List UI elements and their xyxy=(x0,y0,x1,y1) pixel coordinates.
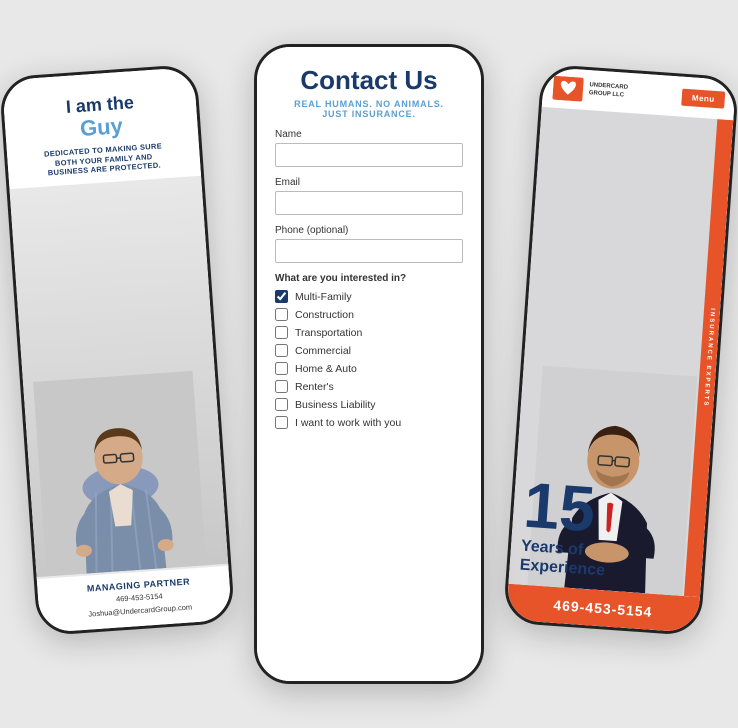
right-photo-area: INSURANCE EXPERTS xyxy=(508,107,733,597)
checkbox-work-with-you-label: I want to work with you xyxy=(295,417,401,429)
scene: I am the Guy DEDICATED TO MAKING SUREBOT… xyxy=(0,0,738,728)
left-photo-area: JOSHUA DUNMIRE xyxy=(10,176,229,577)
email-input[interactable] xyxy=(275,191,463,215)
checkbox-commercial: Commercial xyxy=(275,344,463,357)
right-logo: UNDERCARD GROUP LLC xyxy=(552,76,628,105)
left-person-illustration xyxy=(33,370,206,576)
checkbox-work-with-you-input[interactable] xyxy=(275,416,288,429)
interest-label: What are you interested in? xyxy=(275,273,463,284)
checkbox-commercial-label: Commercial xyxy=(295,345,351,357)
name-label: Name xyxy=(275,129,463,140)
name-field-group: Name xyxy=(275,129,463,167)
checkbox-renters-label: Renter's xyxy=(295,381,334,393)
logo-icon xyxy=(552,76,584,102)
checkbox-construction-input[interactable] xyxy=(275,308,288,321)
checkbox-transportation-input[interactable] xyxy=(275,326,288,339)
checkbox-multi-family: Multi-Family xyxy=(275,290,463,303)
checkbox-business-liability-label: Business Liability xyxy=(295,399,376,411)
checkbox-renters-input[interactable] xyxy=(275,380,288,393)
email-label: Email xyxy=(275,177,463,188)
contact-title: Contact Us xyxy=(273,65,465,96)
years-overlay: 15 Years of Experience xyxy=(519,472,611,580)
center-header: Contact Us REAL HUMANS. NO ANIMALS.JUST … xyxy=(257,47,481,129)
checkbox-work-with-you: I want to work with you xyxy=(275,416,463,429)
name-input[interactable] xyxy=(275,143,463,167)
right-sidebar-label: INSURANCE EXPERTS xyxy=(684,119,733,597)
checkbox-multi-family-label: Multi-Family xyxy=(295,291,352,303)
phone-input[interactable] xyxy=(275,239,463,263)
checkbox-home-auto: Home & Auto xyxy=(275,362,463,375)
checkbox-home-auto-input[interactable] xyxy=(275,362,288,375)
checkbox-transportation: Transportation xyxy=(275,326,463,339)
phone-field-group: Phone (optional) xyxy=(275,225,463,263)
email-field-group: Email xyxy=(275,177,463,215)
checkbox-home-auto-label: Home & Auto xyxy=(295,363,357,375)
checkbox-construction: Construction xyxy=(275,308,463,321)
contact-form: Name Email Phone (optional) What are you… xyxy=(257,129,481,681)
contact-subtitle: REAL HUMANS. NO ANIMALS.JUST INSURANCE. xyxy=(273,99,465,119)
checkbox-transportation-label: Transportation xyxy=(295,327,362,339)
center-phone: Contact Us REAL HUMANS. NO ANIMALS.JUST … xyxy=(254,44,484,684)
years-text: Years of Experience xyxy=(519,536,607,580)
checkbox-business-liability: Business Liability xyxy=(275,398,463,411)
left-tagline: DEDICATED TO MAKING SUREBOTH YOUR FAMILY… xyxy=(17,139,191,180)
phone-label: Phone (optional) xyxy=(275,225,463,236)
checkbox-construction-label: Construction xyxy=(295,309,354,321)
menu-button[interactable]: Menu xyxy=(681,88,725,108)
checkbox-multi-family-input[interactable] xyxy=(275,290,288,303)
right-phone-number: 469-453-5154 xyxy=(553,597,653,620)
checkbox-commercial-input[interactable] xyxy=(275,344,288,357)
left-phone-header: I am the Guy DEDICATED TO MAKING SUREBOT… xyxy=(2,67,201,189)
checkbox-business-liability-input[interactable] xyxy=(275,398,288,411)
years-number: 15 xyxy=(522,472,612,542)
left-phone: I am the Guy DEDICATED TO MAKING SUREBOT… xyxy=(0,64,235,636)
logo-text: UNDERCARD GROUP LLC xyxy=(589,82,629,100)
right-phone: UNDERCARD GROUP LLC Menu INSURANCE EXPER… xyxy=(503,64,738,636)
checkbox-renters: Renter's xyxy=(275,380,463,393)
